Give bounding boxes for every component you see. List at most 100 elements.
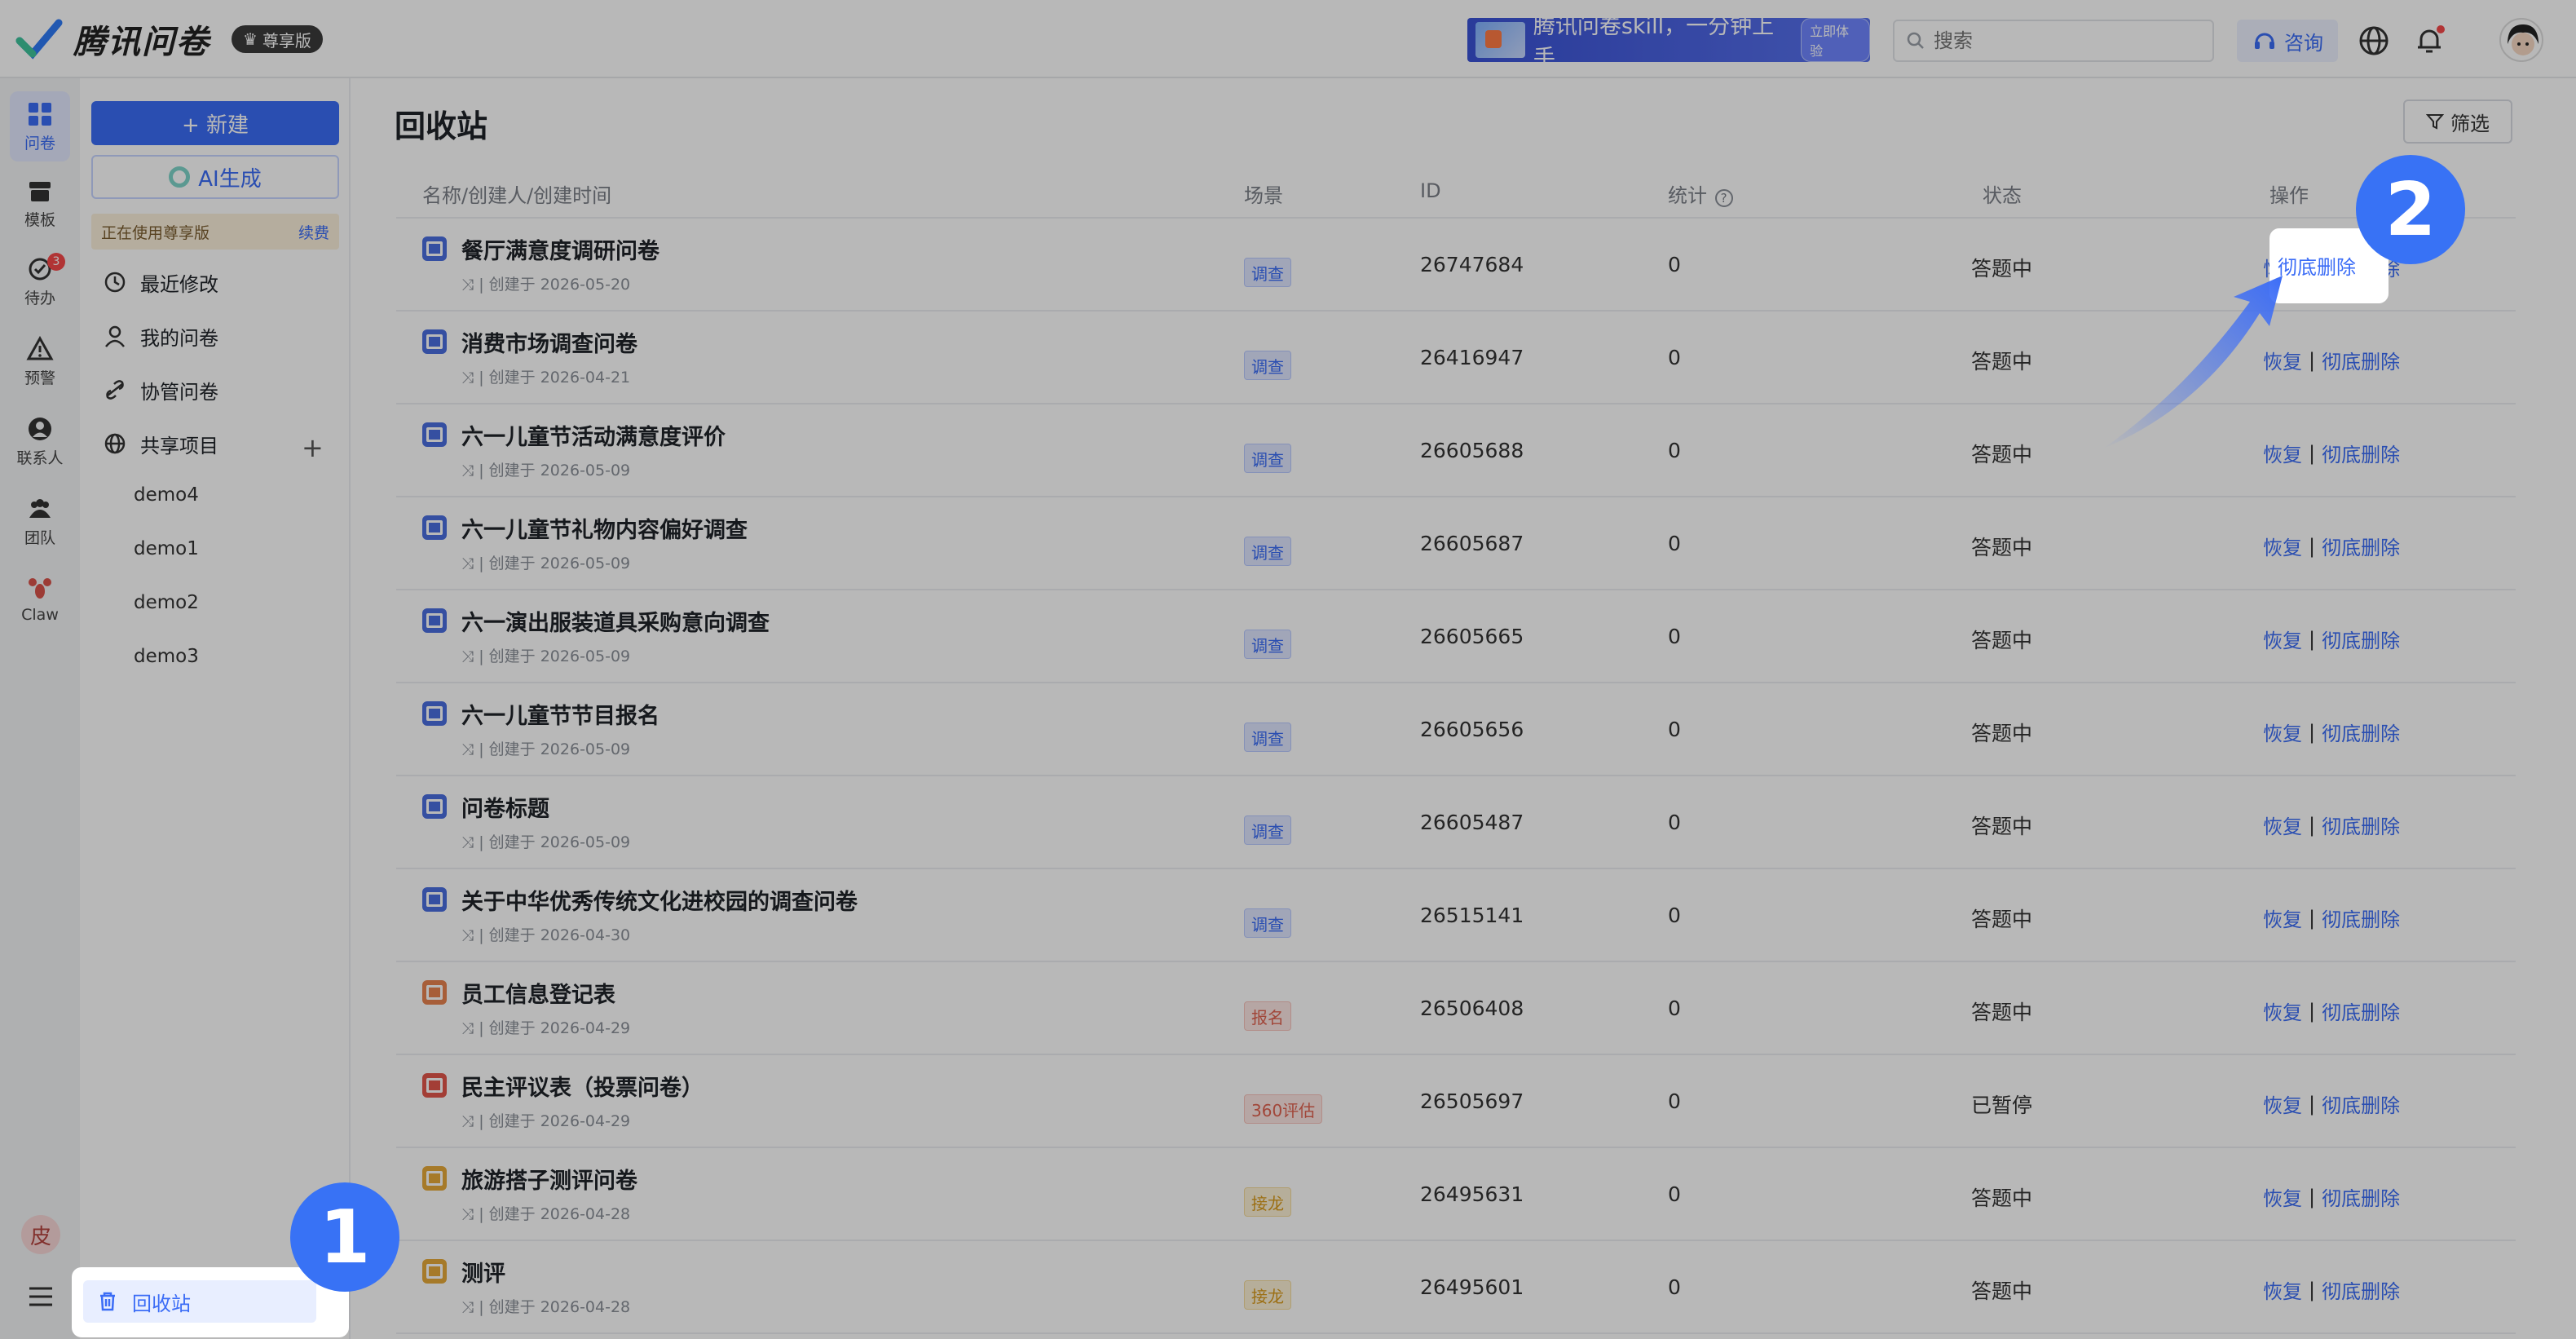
table-row[interactable]: 问卷标题 ⤨ | 创建于 2026-05-09 调查 26605487 0 答题中 恢复 | 彻… (396, 776, 2516, 869)
search-box[interactable] (1893, 20, 2214, 62)
restore-link[interactable]: 恢复 (2263, 811, 2302, 839)
col-ops: 操作 (2269, 184, 2309, 207)
form-type-icon (422, 1259, 447, 1284)
delete-link[interactable]: 彻底删除 (2322, 346, 2400, 374)
renew-link[interactable]: 续费 (298, 221, 329, 243)
restore-link[interactable]: 恢复 (2263, 904, 2302, 932)
filter-button[interactable]: 筛选 (2403, 99, 2512, 144)
table-row[interactable]: 测评 ⤨ | 创建于 2026-04-28 接龙 26495601 0 答题中 恢复 | 彻底删… (396, 1241, 2516, 1334)
ai-icon (169, 166, 191, 188)
help-icon[interactable]: ? (1714, 189, 1733, 207)
delete-link[interactable]: 彻底删除 (2322, 1275, 2400, 1304)
nav-item-recent[interactable]: 最近修改 (91, 259, 339, 305)
restore-link[interactable]: 恢复 (2263, 532, 2302, 560)
row-id: 26515141 (1420, 904, 1524, 927)
table-row[interactable]: 民主评议表（投票问卷） ⤨ | 创建于 2026-04-29 360评估 265056… (396, 1055, 2516, 1148)
project-item[interactable]: demo1 (134, 538, 199, 559)
delete-link[interactable]: 彻底删除 (2322, 1089, 2400, 1118)
delete-link[interactable]: 彻底删除 (2322, 1182, 2400, 1211)
row-title[interactable]: 六一儿童节礼物内容偏好调查 (461, 512, 748, 544)
row-title[interactable]: 问卷标题 (461, 791, 549, 823)
consult-button[interactable]: 咨询 (2237, 20, 2338, 62)
row-meta: ⤨ | 创建于 2026-04-29 (461, 1019, 631, 1037)
rail-item-surveys[interactable]: 问卷 (10, 91, 70, 161)
table-row[interactable]: 六一儿童节礼物内容偏好调查 ⤨ | 创建于 2026-05-09 调查 2660568… (396, 497, 2516, 590)
rail-item-team[interactable]: 团队 (10, 486, 70, 556)
divider: | (2309, 906, 2316, 930)
table-row[interactable]: 六一儿童节节目报名 ⤨ | 创建于 2026-05-09 调查 26605656 0 答题… (396, 683, 2516, 776)
row-status: 答题中 (1971, 1187, 2033, 1210)
row-title[interactable]: 餐厅满意度调研问卷 (461, 233, 659, 265)
row-stats: 0 (1668, 625, 1681, 648)
row-title[interactable]: 六一演出服装道具采购意向调查 (461, 605, 770, 637)
row-title[interactable]: 六一儿童节节目报名 (461, 698, 659, 730)
restore-link[interactable]: 恢复 (2263, 1182, 2302, 1211)
divider: | (2309, 1185, 2316, 1209)
bell-icon[interactable] (2411, 23, 2447, 59)
rail-item-alerts[interactable]: 预警 (10, 326, 70, 396)
delete-link[interactable]: 彻底删除 (2322, 904, 2400, 932)
nav-item-collab[interactable]: 协管问卷 (91, 367, 339, 413)
add-project-icon[interactable]: + (302, 432, 324, 463)
menu-icon[interactable] (24, 1282, 57, 1311)
row-title[interactable]: 民主评议表（投票问卷） (461, 1070, 704, 1102)
row-meta: ⤨ | 创建于 2026-05-20 (461, 276, 631, 294)
row-id: 26605656 (1420, 718, 1524, 741)
crown-icon: ♛ (243, 29, 258, 49)
row-stats: 0 (1668, 1089, 1681, 1113)
table-row[interactable]: 关于中华优秀传统文化进校园的调查问卷 ⤨ | 创建于 2026-04-30 调查 26… (396, 869, 2516, 962)
row-title[interactable]: 员工信息登记表 (461, 977, 615, 1009)
promo-try-button[interactable]: 立即体验 (1801, 18, 1870, 62)
app-logo[interactable]: 腾讯问卷 ♛ 尊享版 (15, 15, 323, 64)
delete-link[interactable]: 彻底删除 (2322, 625, 2400, 653)
ai-generate-button[interactable]: AI生成 (91, 155, 339, 199)
rail-item-contacts[interactable]: 联系人 (10, 406, 70, 476)
history-icon (104, 272, 126, 293)
row-actions: 恢复 |彻底删除 (2263, 1089, 2400, 1118)
restore-link[interactable]: 恢复 (2263, 625, 2302, 653)
row-actions: 恢复 |彻底删除 (2263, 811, 2400, 839)
promo-banner[interactable]: 腾讯问卷skill，一分钟上手 立即体验 (1467, 14, 1870, 71)
delete-link[interactable]: 彻底删除 (2322, 532, 2400, 560)
form-type-icon (422, 608, 447, 633)
row-title[interactable]: 六一儿童节活动满意度评价 (461, 419, 726, 451)
row-stats: 0 (1668, 811, 1681, 834)
restore-link[interactable]: 恢复 (2263, 1275, 2302, 1304)
row-title[interactable]: 关于中华优秀传统文化进校园的调查问卷 (461, 884, 858, 916)
row-status: 答题中 (1971, 629, 2033, 652)
delete-link[interactable]: 彻底删除 (2322, 997, 2400, 1025)
restore-link[interactable]: 恢复 (2263, 718, 2302, 746)
scene-tag: 调查 (1244, 537, 1291, 566)
new-button[interactable]: + 新建 (91, 101, 339, 145)
table-row[interactable]: 六一演出服装道具采购意向调查 ⤨ | 创建于 2026-05-09 调查 266056… (396, 590, 2516, 683)
restore-link[interactable]: 恢复 (2263, 997, 2302, 1025)
project-item[interactable]: demo4 (134, 484, 199, 506)
user-avatar[interactable]: 皮 (21, 1215, 60, 1254)
row-id: 26505697 (1420, 1089, 1524, 1113)
rail-item-claw[interactable]: Claw (10, 564, 70, 634)
user-avatar-top[interactable] (2499, 18, 2543, 62)
delete-link[interactable]: 彻底删除 (2322, 439, 2400, 467)
restore-link[interactable]: 恢复 (2263, 1089, 2302, 1118)
nav-item-recycle[interactable]: 回收站 (83, 1280, 316, 1323)
nav-item-mine[interactable]: 我的问卷 (91, 313, 339, 359)
row-status: 答题中 (1971, 257, 2033, 281)
delete-link[interactable]: 彻底删除 (2322, 718, 2400, 746)
project-item[interactable]: demo2 (134, 592, 199, 613)
row-title[interactable]: 测评 (461, 1256, 505, 1288)
globe-icon (104, 433, 126, 454)
project-item[interactable]: demo3 (134, 646, 199, 667)
filter-icon (2426, 114, 2444, 130)
globe-icon[interactable] (2356, 23, 2392, 59)
row-stats: 0 (1668, 439, 1681, 462)
search-input[interactable] (1934, 29, 2194, 52)
row-title[interactable]: 旅游搭子测评问卷 (461, 1163, 637, 1195)
row-meta: ⤨ | 创建于 2026-05-09 (461, 647, 631, 665)
rail-item-todo[interactable]: 待办 3 (10, 246, 70, 316)
table-row[interactable]: 旅游搭子测评问卷 ⤨ | 创建于 2026-04-28 接龙 26495631 0 答题中… (396, 1148, 2516, 1241)
row-title[interactable]: 消费市场调查问卷 (461, 326, 637, 358)
table-row[interactable]: 员工信息登记表 ⤨ | 创建于 2026-04-29 报名 26506408 0 答题中 恢… (396, 962, 2516, 1055)
delete-link[interactable]: 彻底删除 (2322, 811, 2400, 839)
rail-item-templates[interactable]: 模板 (10, 168, 70, 238)
form-type-icon (422, 1073, 447, 1098)
